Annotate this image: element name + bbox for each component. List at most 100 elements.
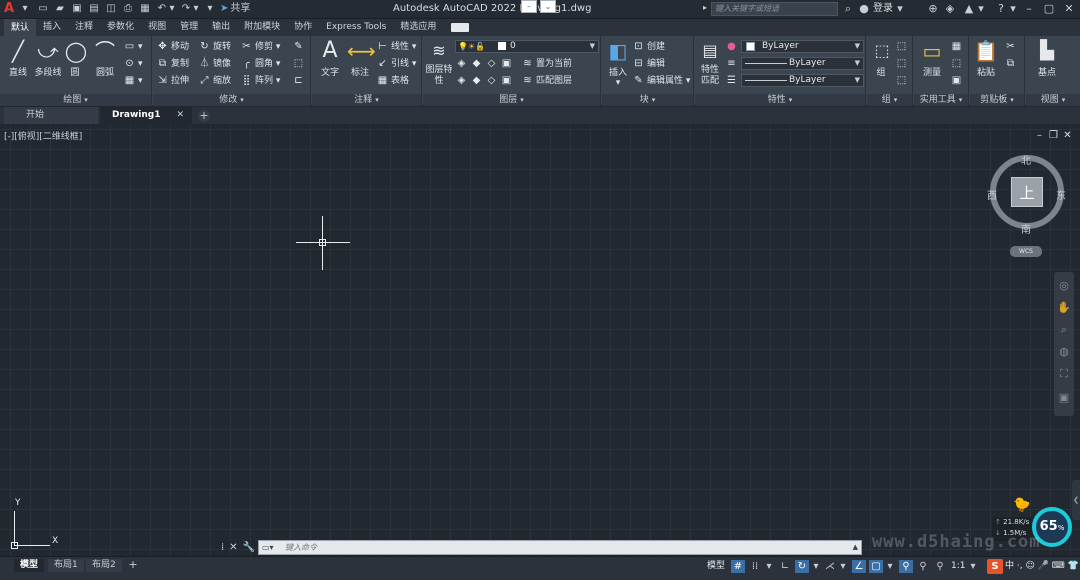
match-layer-button[interactable]: ≋ 匹配图层 [521,73,572,88]
explode-button[interactable]: ⬚ [292,56,307,71]
insert-block-button[interactable]: ◧ 插入 ▾ [604,39,632,88]
annotation-visibility-icon[interactable]: ⚲ [899,560,913,573]
quick-calc-button[interactable]: ▦ [950,39,965,54]
edit-block-button[interactable]: ⊟ 编辑 [632,56,665,71]
hatch-button[interactable]: ▦ ▾ [123,73,143,88]
polyline-button[interactable]: ⤻ 多段线 [32,39,64,78]
copy-button[interactable]: ⧉ 复制 [156,56,189,71]
user-icon[interactable]: ● [857,2,871,16]
linetype-dropdown[interactable]: ByLayer ▼ [741,57,864,70]
modify-panel-title[interactable]: 修改 ▾ [153,94,310,106]
set-current-button[interactable]: ≋ 置为当前 [521,56,572,71]
array-button[interactable]: ⣿ 阵列 ▾ [240,73,281,88]
text-button[interactable]: A 文字 [316,39,344,79]
circle-button[interactable]: ◯ 圆 [63,39,87,78]
group-select-button[interactable]: ⬚ [895,73,910,88]
erase-button[interactable]: ✎ [292,39,307,54]
scale-chevron-icon[interactable]: ▾ [966,560,980,573]
cut-button[interactable]: ✂ [1004,39,1019,54]
create-block-button[interactable]: ⊡ 创建 [632,39,665,54]
compass-north[interactable]: 北 [1021,152,1031,167]
ellipse-button[interactable]: ⊙ ▾ [123,56,142,71]
move-button[interactable]: ✥ 移动 [156,39,189,54]
cart-icon[interactable]: ⊕ [926,2,940,16]
layer-lock-icon[interactable]: ▣ [500,56,513,71]
groups-panel-title[interactable]: 组 ▾ [867,94,912,106]
new-file-icon[interactable]: ▭ [37,3,49,15]
ribbon-minimize-button[interactable] [451,23,470,32]
minimize-icon[interactable]: – [1020,1,1038,17]
layer-off-icon[interactable]: ◈ [455,56,468,71]
overlay-minus-icon[interactable]: – [521,0,537,13]
viewport-restore-icon[interactable]: ❐ [1048,130,1059,141]
command-line-grip-icon[interactable]: ⁞ [221,542,224,553]
object-snap-tracking-icon[interactable]: ∠ [852,560,866,573]
copy-clip-button[interactable]: ⧉ [1004,56,1019,71]
snap-chevron-icon[interactable]: ▾ [762,560,776,573]
layers-panel-title[interactable]: 图层 ▾ [423,94,600,106]
tab-manage[interactable]: 管理 [173,19,205,36]
fillet-button[interactable]: ╭ 圆角 ▾ [240,56,280,71]
isodraft-chevron-icon[interactable]: ▾ [836,560,850,573]
layer-properties-button[interactable]: ≋ 图层特性 [425,39,453,87]
share-button[interactable]: ➤ 共享 [220,2,250,16]
layer-thaw-icon[interactable]: ◇ [485,73,498,88]
sogou-ime-icon[interactable]: S [987,559,1003,574]
save-icon[interactable]: ▣ [71,3,83,15]
annotation-scale-value[interactable]: 1:1 [951,560,965,573]
trim-button[interactable]: ✂ 修剪 ▾ [240,39,280,54]
print-icon[interactable]: ⎙ [122,3,134,15]
select-all-button[interactable]: ⬚ [950,56,965,71]
linetype-button[interactable]: ≡ [725,56,740,71]
object-snap-icon[interactable]: ▢ [869,560,883,573]
login-button[interactable]: 登录 [873,2,893,16]
steering-wheel-icon[interactable]: ◎ [1056,278,1072,294]
annotation-scale-icon[interactable]: ⚲ [933,560,947,573]
object-snap-chevron-icon[interactable]: ▾ [883,560,897,573]
navbar-settings-icon[interactable]: ▣ [1056,390,1072,406]
orbit-icon[interactable]: ◍ [1056,344,1072,360]
app-store-icon[interactable]: ◈ [943,2,957,16]
redo-chevron-icon[interactable]: ▾ [190,3,202,15]
model-space-button[interactable]: 模型 [707,560,725,573]
viewcube-top-face[interactable]: 上 [1011,177,1043,207]
command-history-chevron-icon[interactable]: ▲ [853,541,858,554]
add-layout-button[interactable]: + [127,559,139,571]
open-file-icon[interactable]: ▰ [54,3,66,15]
wcs-menu-button[interactable]: WCS [1010,246,1042,257]
compass-south[interactable]: 南 [1021,221,1031,236]
web-mobile-icon[interactable]: ◫ [105,3,117,15]
dimension-button[interactable]: ⟷ 标注 [346,39,376,78]
tab-express-tools[interactable]: Express Tools [319,19,393,36]
drawing1-tab[interactable]: Drawing1 ✕ [100,107,192,124]
drawing-canvas[interactable]: [-][俯视][二维线框] – ❐ ✕ 上 北 南 东 西 WCS ◎ ✋ ⌕ … [0,125,1080,556]
rectangle-button[interactable]: ▭ ▾ [123,39,143,54]
snap-toggle-icon[interactable]: ⁞⁞ [748,560,762,573]
linear-button[interactable]: ⊢ 线性 ▾ [376,39,416,54]
tab-collaborate[interactable]: 协作 [287,19,319,36]
login-chevron-icon[interactable]: ▾ [893,2,907,16]
start-tab[interactable]: 开始 [4,107,98,124]
tab-featured-apps[interactable]: 精选应用 [393,19,443,36]
scale-button[interactable]: ⤢ 缩放 [198,73,232,88]
tab-parametric[interactable]: 参数化 [100,19,141,36]
clipboard-panel-title[interactable]: 剪贴板 ▾ [970,94,1024,106]
line-button[interactable]: ╱ 直线 [5,39,31,78]
id-point-button[interactable]: ▣ [950,73,965,88]
layer-dropdown[interactable]: 💡☀🔓 0 ▼ [455,40,599,53]
command-prompt-icon[interactable]: ▭▾ [262,543,282,553]
lineweight-button[interactable]: ☰ [725,73,740,88]
leader-button[interactable]: ↙ 引线 ▾ [376,56,416,71]
polar-chevron-icon[interactable]: ▾ [809,560,823,573]
search-chevron-icon[interactable]: ▸ [703,3,707,12]
tab-output[interactable]: 输出 [205,19,237,36]
help-chevron-icon[interactable]: ▾ [1006,2,1020,16]
pan-icon[interactable]: ✋ [1056,300,1072,316]
tab-home[interactable]: 默认 [4,19,37,36]
compass-west[interactable]: 西 [987,187,997,202]
group-edit-button[interactable]: ⬚ [895,56,910,71]
command-input[interactable] [285,541,845,554]
undo-chevron-icon[interactable]: ▾ [166,3,178,15]
side-panel-handle-icon[interactable]: ❮ [1072,480,1080,520]
color-wheel-button[interactable]: ● [725,39,740,54]
